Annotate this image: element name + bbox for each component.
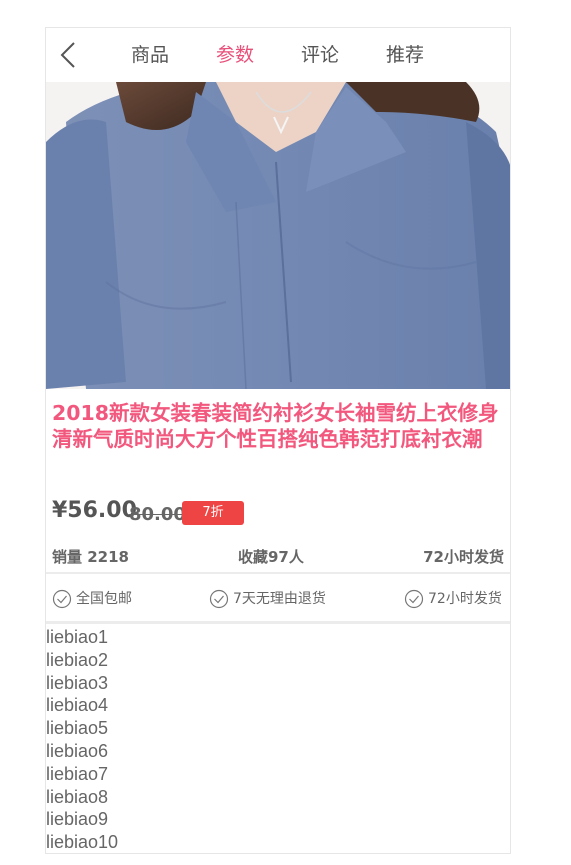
tab-bar: 商品 参数 评论 推荐: [46, 28, 510, 82]
discount-badge: 7折: [182, 501, 244, 525]
sales-count: 销量 2218: [52, 548, 129, 566]
list-item[interactable]: liebiao9: [46, 808, 510, 831]
check-circle-icon: [404, 589, 424, 609]
tab-params[interactable]: 参数: [216, 42, 254, 68]
service-item: 全国包邮: [52, 589, 132, 609]
service-item: 7天无理由退货: [209, 589, 326, 609]
favorites-count: 收藏97人: [238, 548, 304, 566]
shipping-time: 72小时发货: [423, 548, 504, 566]
list-item[interactable]: liebiao5: [46, 717, 510, 740]
list-item[interactable]: liebiao3: [46, 672, 510, 695]
product-image[interactable]: [46, 82, 510, 389]
list-item[interactable]: liebiao4: [46, 694, 510, 717]
list-item[interactable]: liebiao1: [46, 626, 510, 649]
price-row: ¥56.00 80.00 7折: [52, 498, 508, 528]
list-item[interactable]: liebiao7: [46, 763, 510, 786]
check-circle-icon: [52, 589, 72, 609]
service-guarantees: 全国包邮 7天无理由退货 72小时发货: [46, 574, 510, 624]
list-item[interactable]: liebiao6: [46, 740, 510, 763]
list-item[interactable]: liebiao10: [46, 831, 510, 853]
tab-goods[interactable]: 商品: [131, 42, 169, 68]
tab-reviews[interactable]: 评论: [301, 42, 339, 68]
service-item: 72小时发货: [404, 589, 502, 609]
stats-row: 销量 2218 收藏97人 72小时发货: [46, 540, 510, 574]
shirt-photo: [46, 82, 510, 389]
product-page: 商品 参数 评论 推荐 2018新款女装春装简约衬衫女长袖雪纺上衣修身清新气质时…: [45, 27, 511, 854]
list-item[interactable]: liebiao2: [46, 649, 510, 672]
tab-recommend[interactable]: 推荐: [386, 42, 424, 68]
top-nav: 商品 参数 评论 推荐: [46, 28, 510, 82]
list-item[interactable]: liebiao8: [46, 786, 510, 809]
current-price: ¥56.00: [52, 498, 137, 523]
product-title: 2018新款女装春装简约衬衫女长袖雪纺上衣修身清新气质时尚大方个性百搭纯色韩范打…: [52, 401, 499, 451]
original-price: 80.00: [129, 504, 186, 525]
item-list: liebiao1 liebiao2 liebiao3 liebiao4 lieb…: [46, 626, 510, 853]
check-circle-icon: [209, 589, 229, 609]
